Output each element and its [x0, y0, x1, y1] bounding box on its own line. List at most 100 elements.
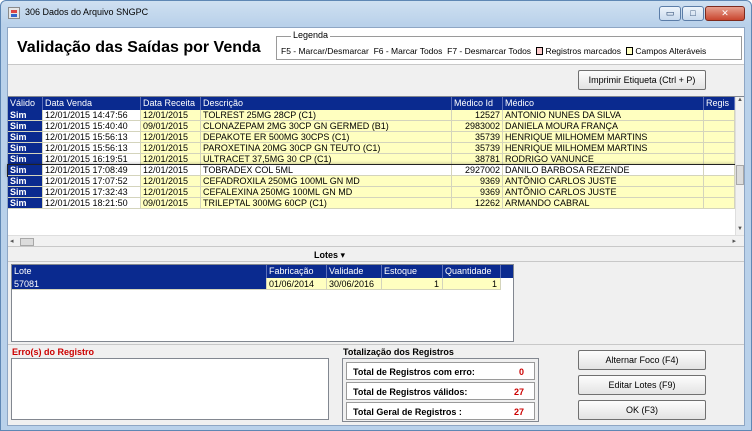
cell-descricao[interactable]: CEFADROXILA 250MG 100ML GN MD: [201, 176, 452, 187]
quantidade-cell[interactable]: 1: [443, 278, 501, 290]
cell-descricao[interactable]: PAROXETINA 20MG 30CP GN TEUTO (C1): [201, 143, 452, 154]
cell-valido[interactable]: Sim: [8, 154, 43, 165]
cell-medico-id[interactable]: 35739: [452, 132, 503, 143]
cell-medico[interactable]: HENRIQUE MILHOMEM MARTINS: [503, 143, 704, 154]
cell-medico[interactable]: DANIELA MOURA FRANÇA: [503, 121, 704, 132]
lote-cell[interactable]: 57081: [12, 278, 267, 290]
cell-medico[interactable]: HENRIQUE MILHOMEM MARTINS: [503, 132, 704, 143]
sales-grid[interactable]: Válido Data Venda Data Receita Descrição…: [7, 96, 744, 247]
cell-descricao[interactable]: DEPAKOTE ER 500MG 30CPS (C1): [201, 132, 452, 143]
cell-registro[interactable]: [704, 198, 735, 209]
cell-data-receita[interactable]: 12/01/2015: [141, 154, 201, 165]
cell-descricao[interactable]: TOBRADEX COL 5ML: [201, 165, 452, 176]
lotes-table[interactable]: Lote Fabricação Validade Estoque Quantid…: [11, 264, 514, 342]
close-button[interactable]: ✕: [705, 6, 745, 21]
edit-lots-button[interactable]: Editar Lotes (F9): [578, 375, 706, 395]
col-data-venda[interactable]: Data Venda: [43, 97, 141, 110]
cell-medico[interactable]: ANTÔNIO CARLOS JUSTE: [503, 176, 704, 187]
cell-data-receita[interactable]: 12/01/2015: [141, 110, 201, 121]
title-bar[interactable]: 306 Dados do Arquivo SNGPC ▭ □ ✕: [1, 1, 751, 27]
scroll-up-icon[interactable]: ▲: [736, 97, 744, 106]
cell-medico[interactable]: RODRIGO VANUNCE: [503, 154, 704, 165]
cell-registro[interactable]: [704, 176, 735, 187]
lotes-grid[interactable]: Lote Fabricação Validade Estoque Quantid…: [8, 262, 744, 344]
cell-valido[interactable]: Sim: [8, 187, 43, 198]
ok-button[interactable]: OK (F3): [578, 400, 706, 420]
col-valido[interactable]: Válido: [8, 97, 43, 110]
scroll-down-icon[interactable]: ▼: [736, 226, 744, 235]
col-registro[interactable]: Regis: [704, 97, 735, 110]
cell-medico-id[interactable]: 9369: [452, 176, 503, 187]
cell-medico-id[interactable]: 2983002: [452, 121, 503, 132]
cell-data-receita[interactable]: 12/01/2015: [141, 176, 201, 187]
cell-data-receita[interactable]: 09/01/2015: [141, 198, 201, 209]
cell-descricao[interactable]: ULTRACET 37,5MG 30 CP (C1): [201, 154, 452, 165]
minimize-button[interactable]: ▭: [659, 6, 681, 21]
cell-data-venda[interactable]: 12/01/2015 15:56:13: [43, 143, 141, 154]
table-row[interactable]: Sim 12/01/2015 17:07:52 12/01/2015 CEFADROX…: [8, 176, 735, 187]
cell-registro[interactable]: [704, 121, 735, 132]
cell-data-receita[interactable]: 12/01/2015: [141, 143, 201, 154]
cell-medico-id[interactable]: 2927002: [452, 165, 503, 176]
cell-valido[interactable]: Sim: [8, 121, 43, 132]
scroll-right-icon[interactable]: ▸: [732, 237, 736, 245]
estoque-cell[interactable]: 1: [382, 278, 443, 290]
lotes-bar[interactable]: Lotes ▾: [8, 246, 744, 262]
cell-data-receita[interactable]: 09/01/2015: [141, 121, 201, 132]
table-row[interactable]: Sim 12/01/2015 14:47:56 12/01/2015 TOLREST …: [8, 110, 735, 121]
cell-medico-id[interactable]: 35739: [452, 143, 503, 154]
table-row[interactable]: Sim 12/01/2015 15:56:13 12/01/2015 PAROXETI…: [8, 143, 735, 154]
cell-data-receita[interactable]: 12/01/2015: [141, 132, 201, 143]
col-validade[interactable]: Validade: [327, 265, 382, 278]
cell-medico-id[interactable]: 9369: [452, 187, 503, 198]
cell-registro[interactable]: [704, 110, 735, 121]
table-row[interactable]: Sim 12/01/2015 17:32:43 12/01/2015 CEFALEXI…: [8, 187, 735, 198]
cell-registro[interactable]: [704, 187, 735, 198]
print-label-button[interactable]: Imprimir Etiqueta (Ctrl + P): [578, 70, 706, 90]
toggle-focus-button[interactable]: Alternar Foco (F4): [578, 350, 706, 370]
cell-registro[interactable]: [704, 132, 735, 143]
cell-registro[interactable]: [704, 154, 735, 165]
cell-valido[interactable]: Sim: [8, 132, 43, 143]
lotes-title[interactable]: Lotes ▾: [314, 250, 345, 261]
cell-valido[interactable]: Sim: [8, 165, 43, 176]
cell-data-venda[interactable]: 12/01/2015 18:21:50: [43, 198, 141, 209]
col-quantidade[interactable]: Quantidade: [443, 265, 501, 278]
cell-descricao[interactable]: TRILEPTAL 300MG 60CP (C1): [201, 198, 452, 209]
table-row[interactable]: Sim 12/01/2015 17:08:49 12/01/2015 TOBRADEX…: [7, 164, 736, 177]
cell-data-venda[interactable]: 12/01/2015 15:56:13: [43, 132, 141, 143]
scroll-left-icon[interactable]: ◂: [10, 237, 14, 245]
cell-descricao[interactable]: CLONAZEPAM 2MG 30CP GN GERMED (B1): [201, 121, 452, 132]
cell-medico-id[interactable]: 38781: [452, 154, 503, 165]
table-row[interactable]: Sim 12/01/2015 15:56:13 12/01/2015 DEPAKOTE…: [8, 132, 735, 143]
maximize-button[interactable]: □: [682, 6, 704, 21]
cell-valido[interactable]: Sim: [8, 110, 43, 121]
cell-medico[interactable]: ANTONIO NUNES DA SILVA: [503, 110, 704, 121]
hscroll-thumb[interactable]: [20, 238, 34, 246]
cell-valido[interactable]: Sim: [8, 198, 43, 209]
cell-data-venda[interactable]: 12/01/2015 17:07:52: [43, 176, 141, 187]
table-row[interactable]: Sim 12/01/2015 18:21:50 09/01/2015 TRILEPTA…: [8, 198, 735, 209]
cell-descricao[interactable]: CEFALEXINA 250MG 100ML GN MD: [201, 187, 452, 198]
col-estoque[interactable]: Estoque: [382, 265, 443, 278]
table-row[interactable]: Sim 12/01/2015 15:40:40 09/01/2015 CLONAZEP…: [8, 121, 735, 132]
scroll-thumb[interactable]: [736, 165, 744, 185]
cell-data-venda[interactable]: 12/01/2015 14:47:56: [43, 110, 141, 121]
cell-registro[interactable]: [704, 165, 735, 176]
col-medico[interactable]: Médico: [503, 97, 704, 110]
cell-data-venda[interactable]: 12/01/2015 17:08:49: [43, 165, 141, 176]
cell-registro[interactable]: [704, 143, 735, 154]
cell-valido[interactable]: Sim: [8, 176, 43, 187]
col-medico-id[interactable]: Médico Id: [452, 97, 503, 110]
lotes-row[interactable]: 57081 01/06/2014 30/06/2016 1 1: [12, 278, 513, 290]
cell-medico-id[interactable]: 12527: [452, 110, 503, 121]
cell-valido[interactable]: Sim: [8, 143, 43, 154]
col-data-receita[interactable]: Data Receita: [141, 97, 201, 110]
cell-data-receita[interactable]: 12/01/2015: [141, 187, 201, 198]
cell-medico[interactable]: ANTÔNIO CARLOS JUSTE: [503, 187, 704, 198]
cell-data-venda[interactable]: 12/01/2015 16:19:51: [43, 154, 141, 165]
validade-cell[interactable]: 30/06/2016: [327, 278, 382, 290]
col-fabricacao[interactable]: Fabricação: [267, 265, 327, 278]
cell-medico[interactable]: ARMANDO CABRAL: [503, 198, 704, 209]
vertical-scrollbar[interactable]: ▲ ▼: [735, 97, 744, 235]
